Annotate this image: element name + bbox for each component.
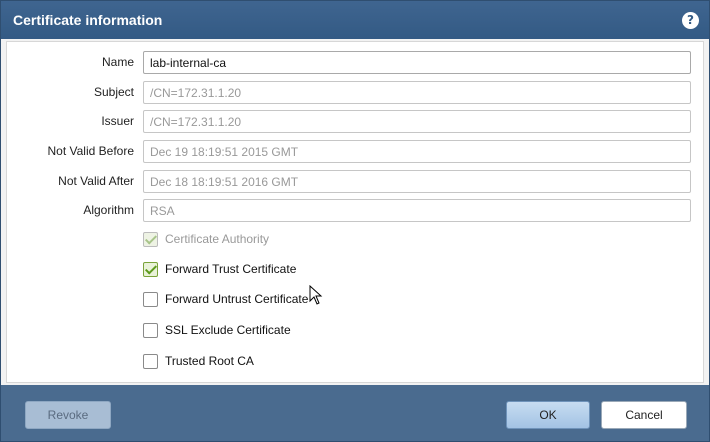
help-icon[interactable]: ? bbox=[682, 12, 699, 29]
ssl-exclude-checkbox[interactable] bbox=[143, 323, 158, 338]
name-field[interactable]: lab-internal-ca bbox=[143, 51, 691, 74]
certificate-dialog: Certificate information ? Name lab-inter… bbox=[0, 0, 710, 442]
dialog-footer: Revoke OK Cancel bbox=[1, 385, 709, 441]
ssl-exclude-label[interactable]: SSL Exclude Certificate bbox=[165, 323, 291, 337]
subject-field: /CN=172.31.1.20 bbox=[143, 81, 691, 104]
forward-trust-label[interactable]: Forward Trust Certificate bbox=[165, 262, 296, 276]
issuer-field: /CN=172.31.1.20 bbox=[143, 110, 691, 133]
name-label: Name bbox=[101, 55, 134, 69]
algorithm-field: RSA bbox=[143, 199, 691, 222]
trusted-root-ca-label[interactable]: Trusted Root CA bbox=[165, 354, 254, 368]
not-valid-before-field: Dec 19 18:19:51 2015 GMT bbox=[143, 140, 691, 163]
not-valid-after-field: Dec 18 18:19:51 2016 GMT bbox=[143, 170, 691, 193]
revoke-button[interactable]: Revoke bbox=[25, 401, 111, 429]
forward-trust-checkbox[interactable] bbox=[143, 262, 158, 277]
not-valid-after-row: Not Valid After Dec 18 18:19:51 2016 GMT bbox=[7, 170, 705, 194]
issuer-row: Issuer /CN=172.31.1.20 bbox=[7, 110, 705, 134]
algorithm-label: Algorithm bbox=[83, 203, 134, 217]
algorithm-row: Algorithm RSA bbox=[7, 199, 705, 223]
name-row: Name lab-internal-ca bbox=[7, 51, 705, 75]
certificate-authority-label: Certificate Authority bbox=[165, 232, 270, 246]
not-valid-after-label: Not Valid After bbox=[58, 174, 134, 188]
ok-button[interactable]: OK bbox=[506, 401, 590, 429]
dialog-titlebar: Certificate information ? bbox=[1, 1, 709, 39]
dialog-title: Certificate information bbox=[13, 12, 163, 28]
cancel-button[interactable]: Cancel bbox=[601, 401, 687, 429]
trusted-root-ca-checkbox[interactable] bbox=[143, 354, 158, 369]
issuer-label: Issuer bbox=[101, 114, 134, 128]
mouse-cursor-icon bbox=[309, 285, 323, 305]
not-valid-before-label: Not Valid Before bbox=[47, 144, 135, 158]
subject-row: Subject /CN=172.31.1.20 bbox=[7, 81, 705, 105]
forward-untrust-label[interactable]: Forward Untrust Certificate bbox=[165, 292, 308, 306]
forward-untrust-checkbox[interactable] bbox=[143, 292, 158, 307]
dialog-body: Name lab-internal-ca Subject /CN=172.31.… bbox=[6, 41, 704, 383]
subject-label: Subject bbox=[93, 85, 134, 99]
not-valid-before-row: Not Valid Before Dec 19 18:19:51 2015 GM… bbox=[7, 140, 705, 164]
certificate-authority-checkbox bbox=[143, 232, 158, 247]
